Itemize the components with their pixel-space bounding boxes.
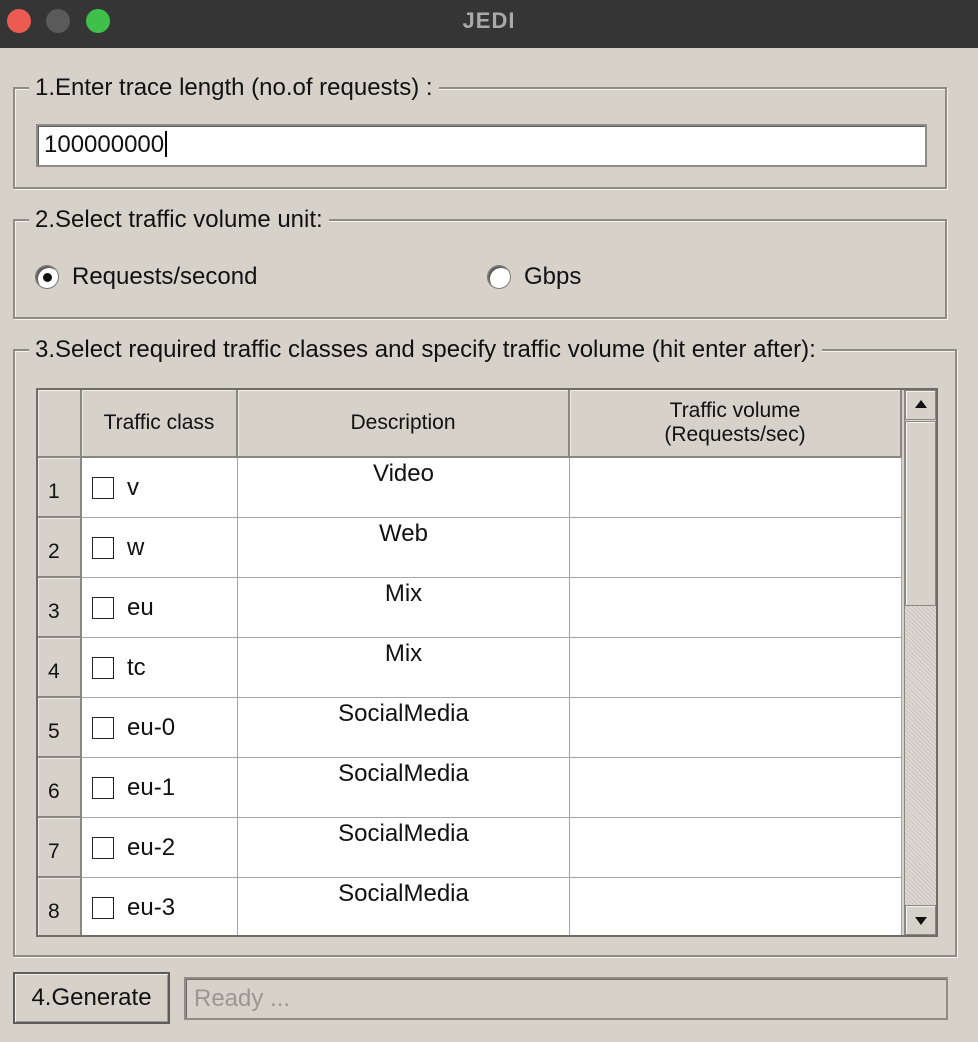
column-header-traffic-class[interactable]: Traffic class (82, 390, 238, 458)
traffic-class-cell: tc (82, 638, 238, 698)
traffic-class-name: eu (127, 594, 154, 621)
table-row: 7 eu-2 SocialMedia (38, 818, 902, 878)
traffic-class-cell: v (82, 458, 238, 518)
row-number: 2 (38, 518, 82, 578)
row-number: 8 (38, 878, 82, 935)
traffic-class-name: eu-1 (127, 774, 176, 801)
scroll-up-button[interactable] (905, 390, 936, 420)
column-header-traffic-volume[interactable]: Traffic volume (Requests/sec) (570, 390, 902, 458)
radio-label: Gbps (524, 263, 582, 290)
radio-circle[interactable] (487, 265, 511, 289)
table-row: 8 eu-3 SocialMedia (38, 878, 902, 935)
scroll-down-button[interactable] (905, 905, 936, 935)
description-cell: Mix (238, 578, 570, 638)
description-cell: Web (238, 518, 570, 578)
traffic-class-cell: eu-1 (82, 758, 238, 818)
traffic-class-checkbox[interactable] (92, 717, 114, 739)
radio-label: Requests/second (72, 263, 258, 290)
traffic-class-cell: eu-3 (82, 878, 238, 935)
description-cell: SocialMedia (238, 758, 570, 818)
volume-header-line2: (Requests/sec) (664, 423, 806, 446)
traffic-classes-label: 3.Select required traffic classes and sp… (29, 335, 822, 365)
traffic-class-checkbox[interactable] (92, 537, 114, 559)
traffic-volume-cell[interactable] (570, 518, 902, 578)
traffic-class-checkbox[interactable] (92, 897, 114, 919)
traffic-class-cell: eu-0 (82, 698, 238, 758)
traffic-class-checkbox[interactable] (92, 777, 114, 799)
trace-length-group: 1.Enter trace length (no.of requests) : … (13, 73, 947, 189)
row-number: 1 (38, 458, 82, 518)
text-caret (165, 130, 168, 157)
traffic-volume-cell[interactable] (570, 578, 902, 638)
traffic-class-checkbox[interactable] (92, 657, 114, 679)
row-number: 7 (38, 818, 82, 878)
radio-circle[interactable] (35, 265, 59, 289)
traffic-volume-cell[interactable] (570, 818, 902, 878)
traffic-class-name: tc (127, 654, 146, 681)
traffic-class-cell: eu-2 (82, 818, 238, 878)
triangle-down-icon (915, 917, 927, 925)
table-row: 2 w Web (38, 518, 902, 578)
description-cell: Video (238, 458, 570, 518)
traffic-volume-cell[interactable] (570, 458, 902, 518)
table-row: 1 v Video (38, 458, 902, 518)
column-header-description[interactable]: Description (238, 390, 570, 458)
radio-gbps[interactable]: Gbps (487, 263, 581, 291)
scrollbar-thumb[interactable] (905, 421, 936, 606)
title-bar: JEDI (0, 0, 978, 48)
description-cell: SocialMedia (238, 698, 570, 758)
traffic-class-checkbox[interactable] (92, 597, 114, 619)
description-cell: SocialMedia (238, 878, 570, 935)
description-cell: Mix (238, 638, 570, 698)
row-number: 5 (38, 698, 82, 758)
traffic-class-cell: eu (82, 578, 238, 638)
traffic-class-name: eu-3 (127, 894, 176, 921)
window-title: JEDI (462, 8, 516, 33)
traffic-class-checkbox[interactable] (92, 477, 114, 499)
traffic-volume-cell[interactable] (570, 878, 902, 935)
generate-button[interactable]: 4.Generate (13, 972, 170, 1024)
traffic-class-name: w (127, 534, 145, 561)
radio-requests-per-second[interactable]: Requests/second (35, 263, 257, 291)
table-row: 3 eu Mix (38, 578, 902, 638)
volume-unit-label: 2.Select traffic volume unit: (29, 205, 329, 235)
traffic-class-cell: w (82, 518, 238, 578)
row-number: 4 (38, 638, 82, 698)
trace-length-label: 1.Enter trace length (no.of requests) : (29, 73, 439, 103)
table-row: 5 eu-0 SocialMedia (38, 698, 902, 758)
status-field: Ready ... (184, 977, 948, 1020)
traffic-classes-group: 3.Select required traffic classes and sp… (13, 335, 957, 957)
traffic-class-table: Traffic class Description Traffic volume… (36, 388, 938, 937)
radio-selected-dot (43, 273, 52, 282)
row-number: 3 (38, 578, 82, 638)
row-number-header (38, 390, 82, 458)
trace-length-value: 100000000 (44, 131, 165, 158)
volume-header-line1: Traffic volume (669, 399, 801, 422)
traffic-class-checkbox[interactable] (92, 837, 114, 859)
traffic-class-name: v (127, 474, 139, 501)
traffic-volume-cell[interactable] (570, 758, 902, 818)
volume-unit-group: 2.Select traffic volume unit: Requests/s… (13, 205, 947, 319)
table-scrollbar[interactable] (904, 390, 936, 935)
trace-length-input[interactable]: 100000000 (36, 124, 927, 167)
traffic-volume-cell[interactable] (570, 638, 902, 698)
triangle-up-icon (915, 400, 927, 408)
row-number: 6 (38, 758, 82, 818)
traffic-volume-cell[interactable] (570, 698, 902, 758)
traffic-class-name: eu-2 (127, 834, 176, 861)
traffic-class-name: eu-0 (127, 714, 176, 741)
table-row: 6 eu-1 SocialMedia (38, 758, 902, 818)
description-cell: SocialMedia (238, 818, 570, 878)
table-row: 4 tc Mix (38, 638, 902, 698)
